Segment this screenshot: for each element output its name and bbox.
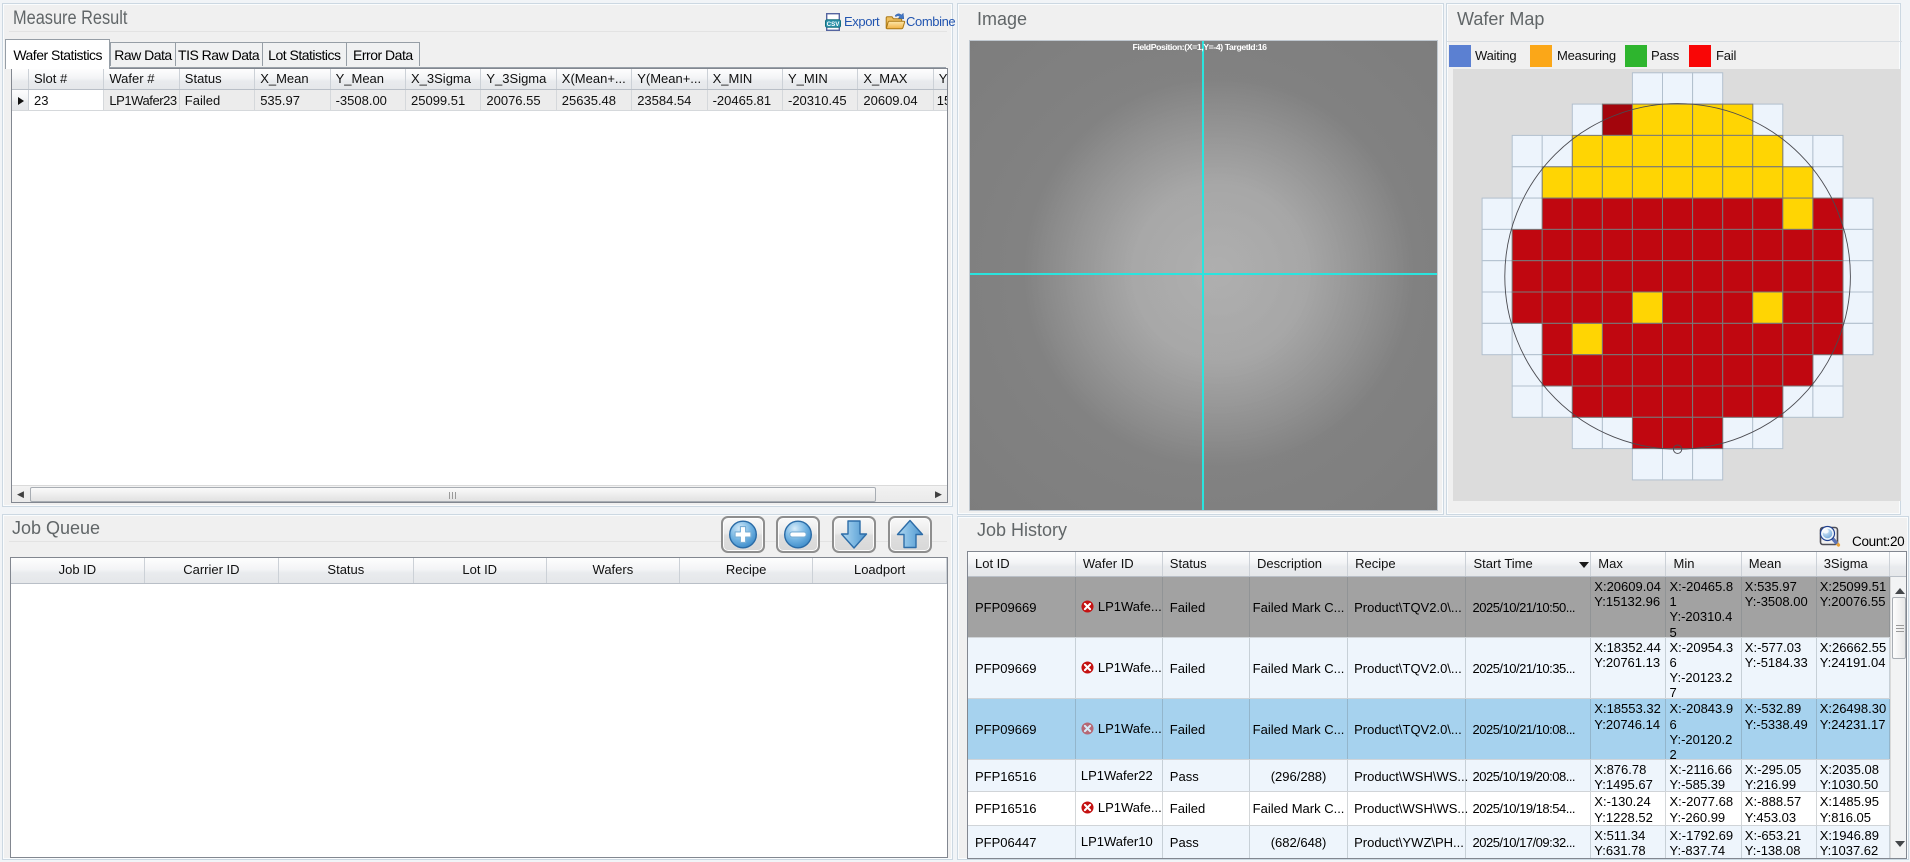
- svg-text:CSV: CSV: [827, 21, 841, 28]
